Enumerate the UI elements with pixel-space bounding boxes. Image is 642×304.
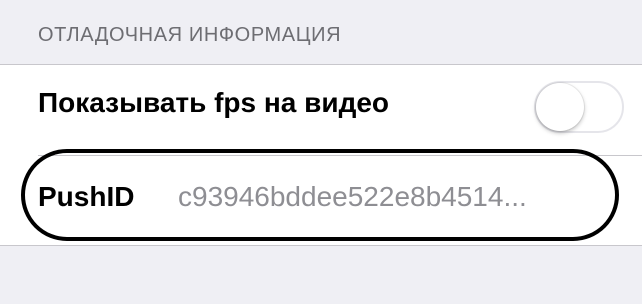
show-fps-toggle[interactable]: [534, 81, 624, 133]
push-id-value: c93946bddee522e8b4514...: [178, 181, 527, 212]
empty-area: [0, 246, 642, 304]
show-fps-label: Показывать fps на видео: [38, 87, 390, 118]
section-header-label: ОТЛАДОЧНАЯ ИНФОРМАЦИЯ: [38, 24, 342, 46]
settings-row-show-fps[interactable]: Показывать fps на видео: [0, 65, 642, 155]
toggle-knob: [536, 83, 584, 131]
settings-group: Показывать fps на видео PushID c93946bdd…: [0, 64, 642, 246]
section-header: ОТЛАДОЧНАЯ ИНФОРМАЦИЯ: [0, 0, 642, 64]
settings-row-push-id[interactable]: PushID c93946bddee522e8b4514...: [0, 155, 642, 245]
push-id-label: PushID: [38, 181, 135, 212]
